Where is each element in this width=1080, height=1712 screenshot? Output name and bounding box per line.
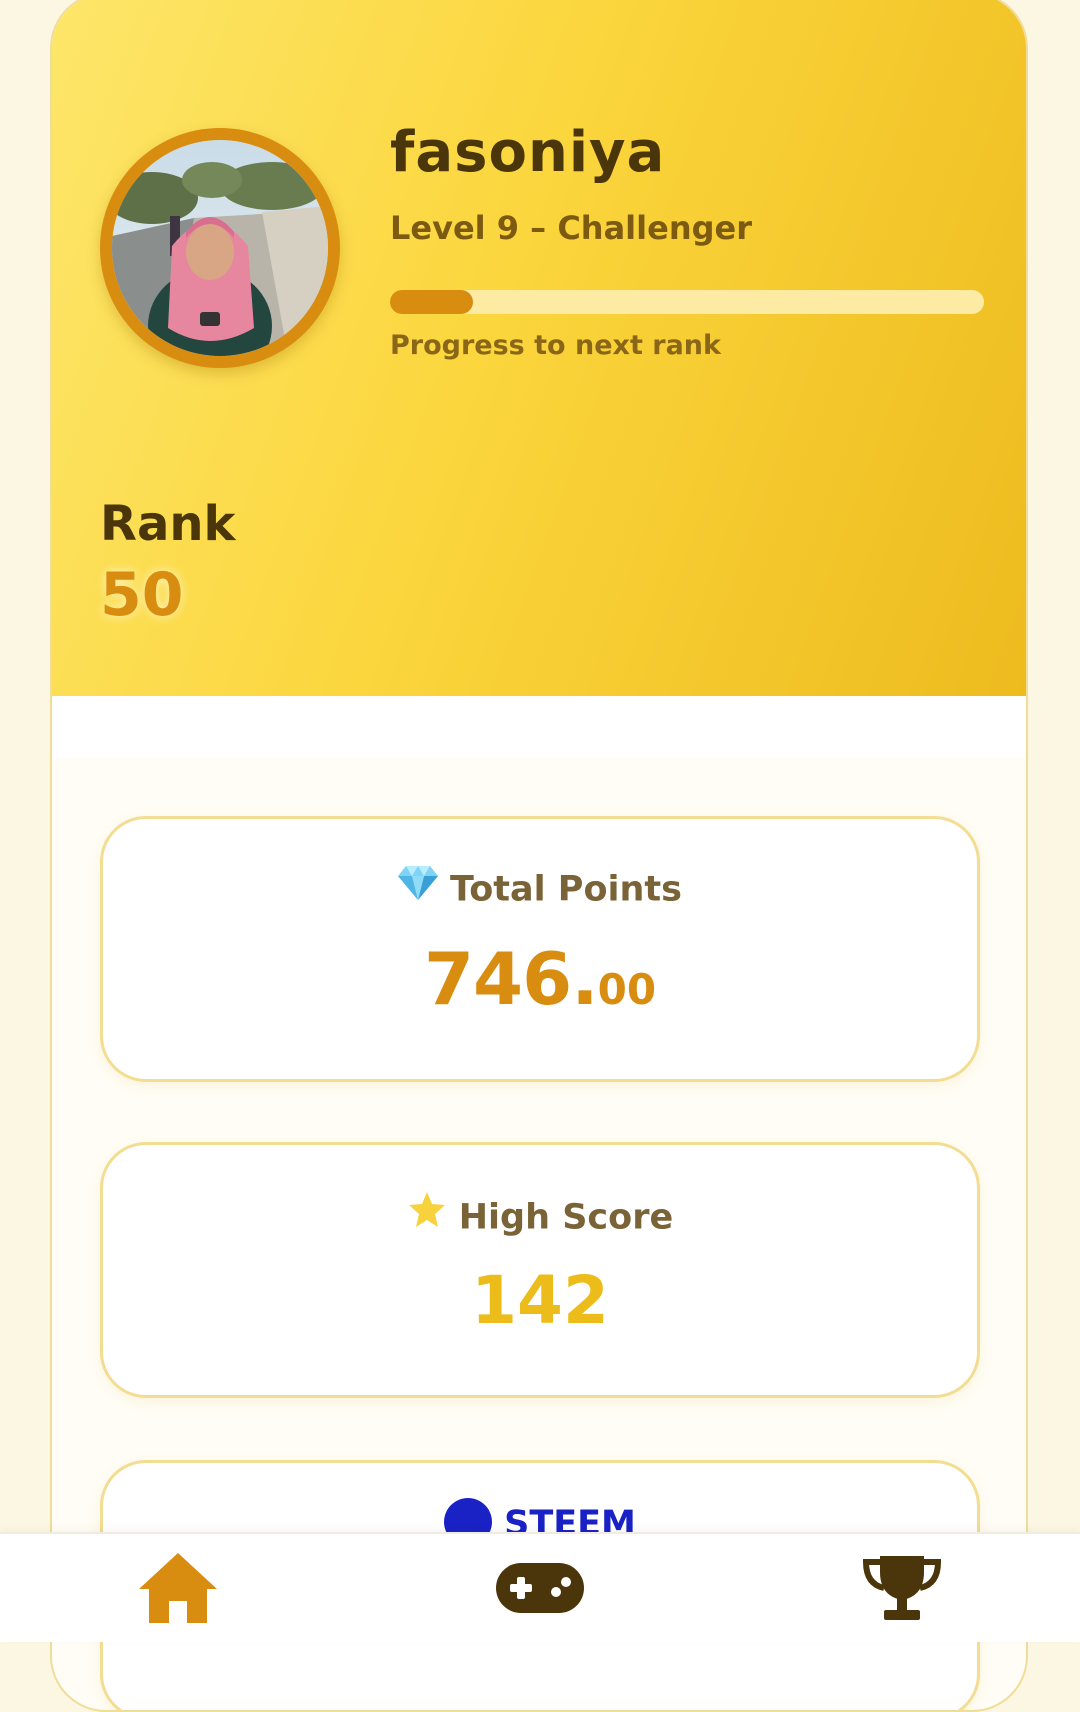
total-points-decimal: 00 (597, 965, 657, 1014)
high-score-header: High Score (103, 1190, 977, 1244)
home-icon (139, 1553, 217, 1623)
star-icon (407, 1190, 447, 1241)
rank-progress-fill (390, 290, 474, 314)
total-points-card: Total Points 746.00 (100, 816, 980, 1082)
gamepad-icon (496, 1563, 584, 1613)
nav-leaderboard-button[interactable] (842, 1534, 962, 1642)
total-points-value: 746.00 (103, 939, 977, 1039)
bottom-nav-bar (0, 1532, 1080, 1642)
avatar-photo (112, 140, 328, 356)
username: fasoniya (390, 120, 666, 185)
rank-value: 50 (100, 560, 184, 630)
rank-progress-bar (390, 290, 984, 314)
total-points-label: Total Points (450, 869, 682, 910)
profile-header: fasoniya Level 9 – Challenger Progress t… (52, 0, 1026, 696)
total-points-header: Total Points (103, 864, 977, 914)
trophy-icon (862, 1556, 942, 1620)
high-score-label: High Score (458, 1197, 674, 1238)
high-score-value: 142 (471, 1262, 609, 1339)
avatar[interactable] (112, 140, 328, 356)
nav-games-button[interactable] (480, 1534, 600, 1642)
progress-caption: Progress to next rank (390, 330, 721, 361)
diamond-icon (398, 864, 438, 911)
avatar-ring (100, 128, 340, 368)
profile-card: fasoniya Level 9 – Challenger Progress t… (50, 0, 1028, 1712)
level-title: Level 9 – Challenger (390, 209, 752, 247)
high-score-card: High Score 142 (100, 1142, 980, 1398)
total-points-integer: 746. (423, 937, 599, 1021)
rank-label: Rank (100, 496, 236, 552)
header-divider (52, 696, 1026, 758)
nav-home-button[interactable] (118, 1534, 238, 1642)
